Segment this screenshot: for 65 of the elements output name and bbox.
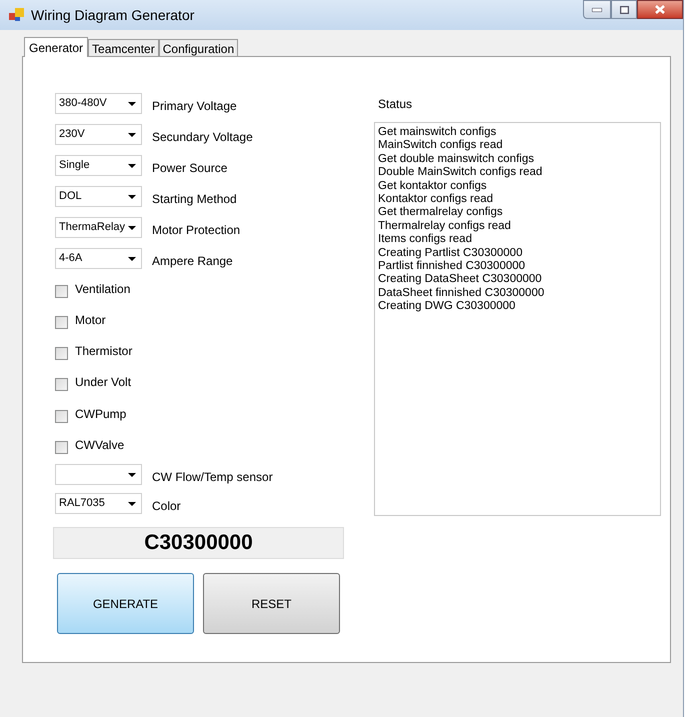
- field-label: CWPump: [75, 406, 126, 423]
- dropdown-arrow-icon: [128, 502, 136, 506]
- log-line: Get thermalrelay configs: [378, 206, 504, 220]
- close-button[interactable]: [637, 0, 683, 19]
- dropdown[interactable]: DOL: [55, 186, 142, 207]
- field-label: Thermistor: [75, 343, 132, 360]
- maximize-button[interactable]: [611, 0, 637, 19]
- minimize-button[interactable]: [583, 0, 611, 19]
- log-line: DataSheet finnished C30300000: [378, 286, 546, 300]
- dropdown[interactable]: 380-480V: [55, 93, 142, 114]
- dropdown[interactable]: RAL7035: [55, 493, 142, 514]
- dropdown-arrow-icon: [128, 194, 136, 198]
- field-label: Starting Method: [152, 190, 237, 208]
- app-icon: [9, 8, 25, 22]
- log-line: Items configs read: [378, 233, 473, 247]
- field-label: Secundary Voltage: [152, 128, 253, 146]
- dropdown[interactable]: 230V: [55, 124, 142, 145]
- field-label: Under Volt: [75, 374, 132, 391]
- field-label: CW Flow/Temp sensor: [152, 468, 273, 486]
- field-label: Color: [152, 498, 181, 514]
- log-line: Creating Partlist C30300000: [378, 246, 524, 260]
- log-line: Partlist finnished C30300000: [378, 260, 526, 274]
- tab[interactable]: Configuration: [158, 39, 238, 56]
- checkbox[interactable]: [55, 316, 68, 329]
- field-label: Primary Voltage: [152, 98, 237, 114]
- window-title: Wiring Diagram Generator: [31, 6, 194, 25]
- dropdown-arrow-icon: [128, 226, 136, 230]
- checkbox[interactable]: [55, 285, 68, 298]
- tab[interactable]: Generator: [24, 37, 88, 57]
- status-label: Status: [378, 96, 414, 113]
- field-label: Ventilation: [75, 281, 130, 298]
- field-label: Power Source: [152, 160, 228, 176]
- minimize-icon: [592, 8, 602, 12]
- log-line: Get kontaktor configs: [378, 180, 488, 194]
- maximize-icon: [620, 6, 628, 14]
- dropdown[interactable]: [55, 464, 142, 485]
- log-line: Thermalrelay configs read: [378, 220, 512, 234]
- dropdown-arrow-icon: [128, 132, 136, 136]
- code-display: C30300000: [53, 527, 344, 559]
- action-button[interactable]: GENERATE: [57, 573, 194, 634]
- log-line: Creating DataSheet C30300000: [378, 273, 543, 287]
- dropdown-arrow-icon: [128, 472, 136, 476]
- dropdown-arrow-icon: [128, 256, 136, 260]
- checkbox[interactable]: [55, 347, 68, 360]
- checkbox[interactable]: [55, 378, 68, 391]
- checkbox[interactable]: [55, 441, 68, 454]
- field-label: CWValve: [75, 437, 124, 454]
- dropdown[interactable]: ThermaRelay: [55, 217, 142, 238]
- log-line: MainSwitch configs read: [378, 139, 504, 153]
- action-button[interactable]: RESET: [203, 573, 340, 634]
- log-line: Kontaktor configs read: [378, 193, 494, 206]
- dropdown-arrow-icon: [128, 102, 136, 106]
- field-label: Motor Protection: [152, 222, 240, 238]
- log-line: Get mainswitch configs: [378, 126, 498, 140]
- dropdown[interactable]: Single: [55, 155, 142, 176]
- dropdown-arrow-icon: [128, 164, 136, 168]
- dropdown[interactable]: 4-6A: [55, 248, 142, 269]
- tab[interactable]: Teamcenter: [88, 39, 159, 56]
- log-line: Creating DWG C30300000: [378, 300, 516, 314]
- checkbox[interactable]: [55, 410, 68, 423]
- log-line: Double MainSwitch configs read: [378, 166, 544, 180]
- log-line: Get double mainswitch configs: [378, 152, 535, 166]
- close-icon: [655, 5, 665, 14]
- field-label: Ampere Range: [152, 252, 233, 270]
- field-label: Motor: [75, 312, 106, 329]
